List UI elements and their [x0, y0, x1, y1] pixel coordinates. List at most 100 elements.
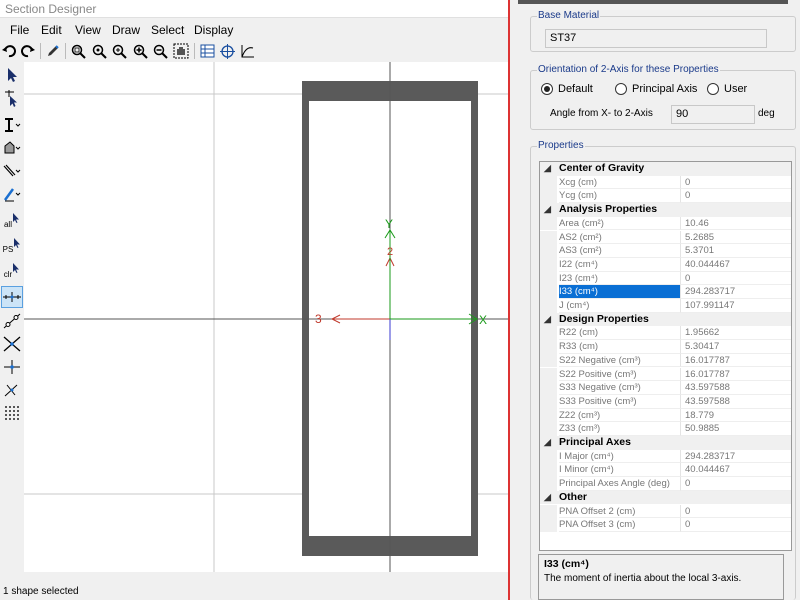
menu-edit[interactable]: Edit	[41, 23, 62, 37]
property-row[interactable]: PNA Offset 3 (cm) 0	[540, 518, 791, 532]
property-row[interactable]: Z22 (cm³) 18.779	[540, 408, 791, 423]
property-row[interactable]: I33 (cm⁴) 294.283717	[540, 285, 791, 299]
property-row-margin	[540, 257, 557, 272]
snap-to-intersection-icon[interactable]	[1, 333, 23, 355]
property-name: Principal Axes Angle (deg)	[559, 477, 681, 491]
property-row[interactable]: Area (cm²) 10.46	[540, 216, 791, 231]
property-row[interactable]: Z33 (cm³) 50.9885	[540, 422, 791, 436]
section-designer-window: Section Designer File Edit View Draw Sel…	[0, 0, 508, 600]
property-row[interactable]: I Minor (cm⁴) 40.044467	[540, 463, 791, 478]
property-row[interactable]: I22 (cm⁴) 40.044467	[540, 257, 791, 272]
draw-line-icon[interactable]	[1, 160, 23, 182]
radio-user-circle	[707, 83, 719, 95]
pencil-icon[interactable]	[44, 42, 62, 60]
radio-principal-axis[interactable]: Principal Axis	[615, 83, 697, 95]
property-value: 294.283717	[681, 450, 791, 464]
property-value: 0	[681, 189, 791, 204]
description-title: I33 (cm⁴)	[544, 558, 589, 570]
select-all-button[interactable]: all	[1, 210, 23, 232]
property-name: I Minor (cm⁴)	[559, 463, 681, 478]
snap-to-grid-icon[interactable]	[1, 402, 23, 424]
property-value: 10.46	[681, 217, 791, 231]
snap-to-end-icon[interactable]	[1, 379, 23, 401]
undo-icon[interactable]	[0, 42, 18, 60]
property-row[interactable]: I23 (cm⁴) 0	[540, 271, 791, 286]
property-row-margin	[540, 408, 557, 423]
property-name: I Major (cm⁴)	[559, 449, 681, 464]
property-category[interactable]: ◢ Other	[540, 490, 791, 505]
zoom-in-step-icon[interactable]	[131, 42, 149, 60]
property-category[interactable]: ◢ Analysis Properties	[540, 203, 791, 217]
collapse-arrow-icon[interactable]: ◢	[544, 436, 551, 450]
property-category[interactable]: ◢ Principal Axes	[540, 436, 791, 450]
grid-table-icon[interactable]	[198, 42, 216, 60]
property-row[interactable]: AS2 (cm²) 5.2685	[540, 230, 791, 245]
zoom-out-icon[interactable]	[151, 42, 169, 60]
description-text: The moment of inertia about the local 3-…	[544, 573, 742, 584]
menu-display[interactable]: Display	[194, 23, 233, 37]
select-previous-button[interactable]: PS	[1, 235, 23, 257]
property-row[interactable]: Ycg (cm) 0	[540, 189, 791, 204]
toolbar-separator	[40, 43, 41, 59]
property-row[interactable]: S33 Positive (cm³) 43.597588	[540, 394, 791, 409]
property-name: S22 Positive (cm³)	[559, 367, 681, 382]
draw-i-section-icon[interactable]	[1, 114, 23, 136]
property-row-margin	[540, 299, 557, 313]
property-row[interactable]: AS3 (cm²) 5.3701	[540, 244, 791, 258]
reshape-pointer-icon[interactable]	[1, 87, 23, 109]
radio-user[interactable]: User	[707, 83, 747, 95]
property-row[interactable]: S22 Positive (cm³) 16.017787	[540, 367, 791, 382]
property-row[interactable]: PNA Offset 2 (cm) 0	[540, 504, 791, 519]
menu-select[interactable]: Select	[151, 23, 184, 37]
property-row-margin	[540, 326, 557, 341]
snap-to-perpendicular-icon[interactable]	[1, 356, 23, 378]
draw-rebar-icon[interactable]	[1, 183, 23, 205]
property-row[interactable]: Xcg (cm) 0	[540, 175, 791, 190]
property-row[interactable]: J (cm⁴) 107.991147	[540, 299, 791, 313]
property-row-margin	[540, 394, 557, 409]
select-all-label: all	[3, 219, 12, 229]
collapse-arrow-icon[interactable]: ◢	[544, 313, 551, 327]
menu-file[interactable]: File	[10, 23, 29, 37]
property-row-margin	[540, 244, 557, 258]
snap-to-line-icon[interactable]	[1, 310, 23, 332]
crosshair-icon[interactable]	[218, 42, 236, 60]
collapse-arrow-icon[interactable]: ◢	[544, 203, 551, 217]
redo-icon[interactable]	[19, 42, 37, 60]
base-material-title: Base Material	[537, 10, 601, 21]
toolbar-separator	[194, 43, 195, 59]
drawing-canvas[interactable]: 3 2 Y X	[24, 62, 508, 572]
property-row[interactable]: I Major (cm⁴) 294.283717	[540, 449, 791, 464]
property-category-label: Center of Gravity	[559, 162, 645, 174]
property-row-margin	[540, 353, 557, 368]
property-row-margin	[540, 189, 557, 204]
property-row[interactable]: S22 Negative (cm³) 16.017787	[540, 353, 791, 368]
collapse-arrow-icon[interactable]: ◢	[544, 162, 551, 176]
property-category[interactable]: ◢ Center of Gravity	[540, 162, 791, 176]
menu-view[interactable]: View	[75, 23, 101, 37]
pointer-icon[interactable]	[1, 64, 23, 86]
radio-default[interactable]: Default	[541, 83, 593, 95]
toolbar-separator	[65, 43, 66, 59]
curve-icon[interactable]	[238, 42, 256, 60]
property-description: I33 (cm⁴) The moment of inertia about th…	[538, 554, 784, 600]
toolbar	[0, 40, 508, 62]
collapse-arrow-icon[interactable]: ◢	[544, 491, 551, 505]
radio-default-circle	[541, 83, 553, 95]
draw-shape-icon[interactable]	[1, 137, 23, 159]
property-grid[interactable]: ◢ Center of Gravity Xcg (cm) 0 Ycg (cm) 0 ◢ Ana…	[539, 161, 792, 551]
property-row[interactable]: S33 Negative (cm³) 43.597588	[540, 381, 791, 395]
property-value: 0	[681, 272, 791, 286]
property-row[interactable]: R33 (cm) 5.30417	[540, 340, 791, 354]
property-row[interactable]: Principal Axes Angle (deg) 0	[540, 477, 791, 491]
property-name: I33 (cm⁴)	[559, 285, 681, 299]
property-category[interactable]: ◢ Design Properties	[540, 312, 791, 327]
property-row[interactable]: R22 (cm) 1.95662	[540, 326, 791, 341]
menu-draw[interactable]: Draw	[112, 23, 140, 37]
pan-icon[interactable]	[172, 42, 190, 60]
zoom-window-icon[interactable]	[69, 42, 87, 60]
zoom-in-icon[interactable]	[110, 42, 128, 60]
clear-selection-button[interactable]: clr	[1, 260, 23, 282]
zoom-restore-icon[interactable]	[90, 42, 108, 60]
snap-to-point-icon[interactable]	[1, 286, 23, 308]
